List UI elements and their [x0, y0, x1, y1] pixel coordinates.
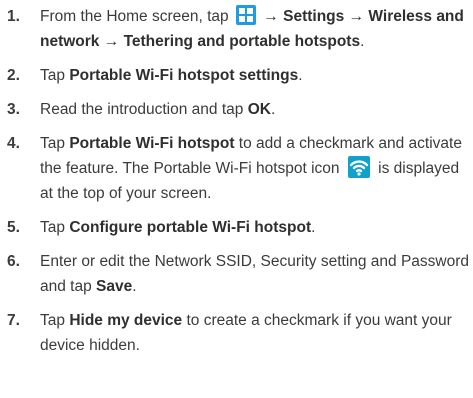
- step-1-end: .: [360, 33, 365, 50]
- step-number: 2.: [7, 67, 20, 84]
- tethering-label: Tethering and portable hotspots: [123, 33, 361, 50]
- step-number: 5.: [7, 219, 20, 236]
- step-4-bold: Portable Wi-Fi hotspot: [69, 135, 235, 152]
- step-1: 1. From the Home screen, tap → Settings …: [0, 4, 473, 54]
- step-text: Enter or edit the Network SSID, Security…: [40, 249, 473, 299]
- step-6: 6. Enter or edit the Network SSID, Secur…: [0, 249, 473, 299]
- step-7-prefix: Tap: [40, 312, 70, 329]
- arrow-3: →: [99, 33, 124, 50]
- step-7: 7. Tap Hide my device to create a checkm…: [0, 308, 473, 358]
- step-5: 5. Tap Configure portable Wi-Fi hotspot.: [0, 215, 473, 240]
- step-number: 6.: [7, 253, 20, 270]
- step-2: 2. Tap Portable Wi-Fi hotspot settings.: [0, 63, 473, 88]
- step-7-bold: Hide my device: [69, 312, 183, 329]
- step-text: Read the introduction and tap OK.: [40, 97, 473, 122]
- step-3-prefix: Read the introduction and tap: [40, 101, 248, 118]
- step-number: 1.: [7, 8, 20, 25]
- apps-grid-icon: [235, 5, 256, 25]
- step-text: Tap Configure portable Wi-Fi hotspot.: [40, 215, 473, 240]
- step-2-end: .: [298, 67, 303, 84]
- step-text: Tap Portable Wi-Fi hotspot settings.: [40, 63, 473, 88]
- step-5-bold: Configure portable Wi-Fi hotspot: [69, 219, 312, 236]
- step-6-end: .: [132, 278, 137, 295]
- arrow-2: →: [344, 8, 369, 25]
- step-text: Tap Portable Wi-Fi hotspot to add a chec…: [40, 131, 473, 206]
- step-4-prefix: Tap: [40, 135, 70, 152]
- step-5-end: .: [311, 219, 316, 236]
- instruction-page: 1. From the Home screen, tap → Settings …: [0, 0, 473, 398]
- step-2-bold: Portable Wi-Fi hotspot settings: [69, 67, 299, 84]
- wifi-hotspot-icon: [347, 156, 370, 178]
- step-3-end: .: [270, 101, 276, 118]
- step-number: 7.: [7, 312, 20, 329]
- arrow-1: →: [258, 8, 284, 25]
- step-4: 4. Tap Portable Wi-Fi hotspot to add a c…: [0, 131, 473, 206]
- step-5-prefix: Tap: [40, 219, 70, 236]
- step-number: 3.: [7, 101, 20, 118]
- step-3: 3. Read the introduction and tap OK.: [0, 97, 473, 122]
- step-number: 4.: [7, 135, 20, 152]
- settings-label: Settings: [283, 8, 345, 25]
- step-text: Tap Hide my device to create a checkmark…: [40, 308, 473, 358]
- steps-list: 1. From the Home screen, tap → Settings …: [0, 4, 473, 367]
- step-text: From the Home screen, tap → Settings → W…: [40, 4, 473, 54]
- step-3-bold: OK: [247, 101, 271, 118]
- step-1-prefix: From the Home screen, tap: [40, 8, 229, 25]
- step-6-bold: Save: [96, 278, 133, 295]
- step-2-prefix: Tap: [40, 67, 70, 84]
